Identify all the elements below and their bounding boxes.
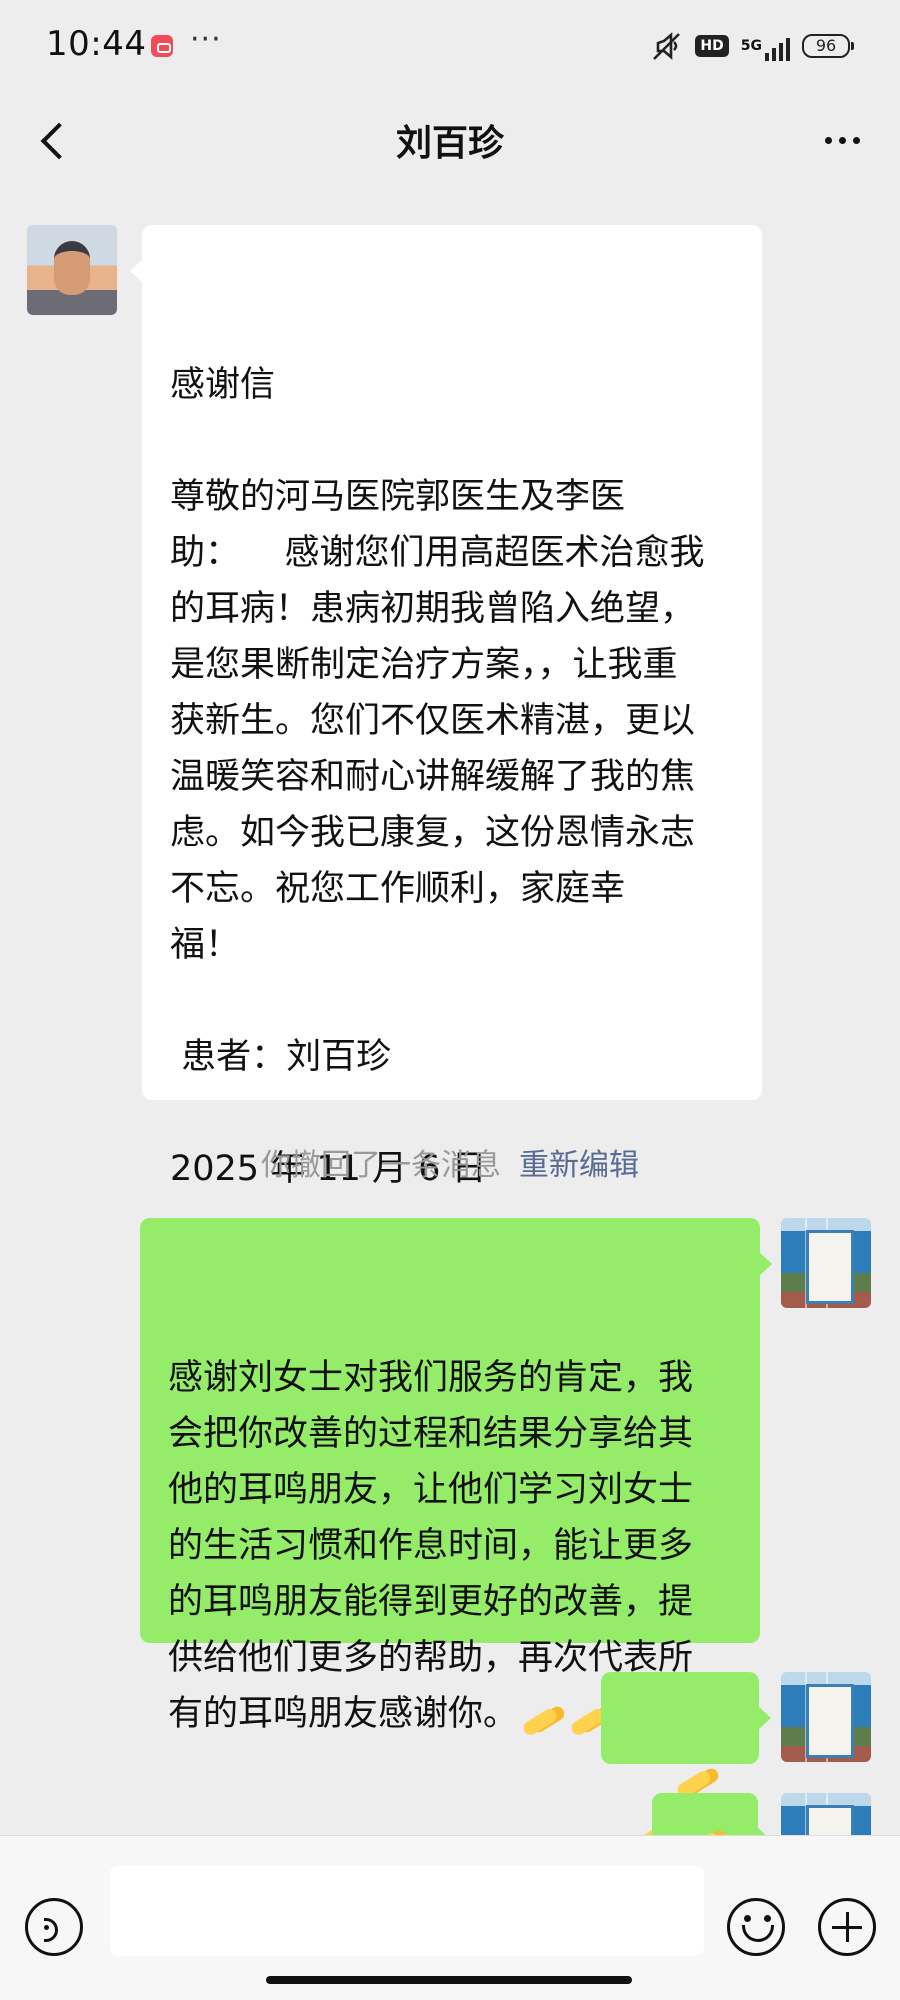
message-line: 会把你改善的过程和结果分享给其 <box>168 1414 694 1454</box>
received-letter-bubble[interactable]: 感谢信尊敬的河马医院郭医生及李医助： 感谢您们用高超医术治愈我 的耳病！患病初期我… <box>130 225 762 1189</box>
message-line-text: 有的耳鸣朋友感谢你。 <box>168 1694 519 1734</box>
plus-icon[interactable] <box>818 1898 876 1956</box>
sent-partial-bubble[interactable] <box>652 1793 770 1835</box>
status-more-icon: ··· <box>190 22 222 57</box>
more-icon[interactable] <box>812 110 872 170</box>
message-line: 尊敬的河马医院郭医生及李医 <box>170 477 626 517</box>
voice-icon[interactable] <box>25 1898 83 1956</box>
hospital-avatar[interactable] <box>781 1672 871 1762</box>
message-line: 福！ <box>170 925 241 965</box>
hospital-avatar[interactable] <box>781 1793 871 1835</box>
mute-icon <box>653 32 681 60</box>
home-indicator[interactable] <box>266 1976 632 1984</box>
message-line: 获新生。您们不仅医术精湛，更以 <box>170 701 696 741</box>
message-line: 不忘。祝您工作顺利，家庭幸 <box>170 869 626 909</box>
status-indicators: HD 5G 96 <box>649 26 854 66</box>
notification-icon <box>151 35 173 57</box>
recalled-message-notice: 你撤回了一条消息 重新编辑 <box>0 1140 900 1184</box>
message-input[interactable] <box>110 1866 704 1956</box>
message-line: 他的耳鸣朋友，让他们学习刘女士 <box>168 1470 694 1510</box>
sent-emoji-bubble[interactable] <box>601 1672 771 1764</box>
message-line: 温暖笑容和耐心讲解缓解了我的焦 <box>170 757 696 797</box>
patient-avatar[interactable] <box>27 225 117 315</box>
recall-text: 你撤回了一条消息 <box>261 1148 501 1183</box>
sent-reply-bubble[interactable]: 感谢刘女士对我们服务的肯定，我 会把你改善的过程和结果分享给其 他的耳鸣朋友，让他们… <box>140 1218 772 1734</box>
message-line <box>170 1085 734 1141</box>
emoji-icon[interactable] <box>727 1898 785 1956</box>
message-line: 的生活习惯和作息时间，能让更多 <box>168 1526 694 1566</box>
status-time: 10:44 <box>46 24 147 64</box>
message-line: 的耳鸣朋友能得到更好的改善，提 <box>168 1582 694 1622</box>
signal-icon: 5G <box>741 31 790 61</box>
message-line <box>170 973 734 1029</box>
message-line: 助： 感谢您们用高超医术治愈我 <box>170 533 705 573</box>
chat-title: 刘百珍 <box>395 123 504 164</box>
chat-message-list[interactable]: 感谢信尊敬的河马医院郭医生及李医助： 感谢您们用高超医术治愈我 的耳病！患病初期我… <box>0 180 900 1835</box>
clap-emoji-icon <box>676 1759 720 1793</box>
message-line: 患者：刘百珍 <box>170 1037 392 1077</box>
re-edit-link[interactable]: 重新编辑 <box>519 1148 639 1183</box>
message-line: 感谢刘女士对我们服务的肯定，我 <box>168 1358 694 1398</box>
hd-icon: HD <box>695 35 729 57</box>
message-line: 的耳病！患病初期我曾陷入绝望， <box>170 589 696 629</box>
message-line: 是您果断制定治疗方案，，让我重 <box>170 645 678 685</box>
hospital-avatar[interactable] <box>781 1218 871 1308</box>
message-line: 虑。如今我已康复，这份恩情永志 <box>170 813 696 853</box>
clap-emoji-icon <box>684 1821 728 1835</box>
clap-emoji-icon <box>522 1697 566 1731</box>
status-bar: 10:44 ··· HD 5G 96 <box>0 0 900 90</box>
battery-icon: 96 <box>802 34 854 58</box>
chat-header: 刘百珍 <box>0 90 900 190</box>
message-line <box>170 413 734 469</box>
network-type: 5G <box>740 38 762 54</box>
message-line: 感谢信 <box>170 365 276 405</box>
